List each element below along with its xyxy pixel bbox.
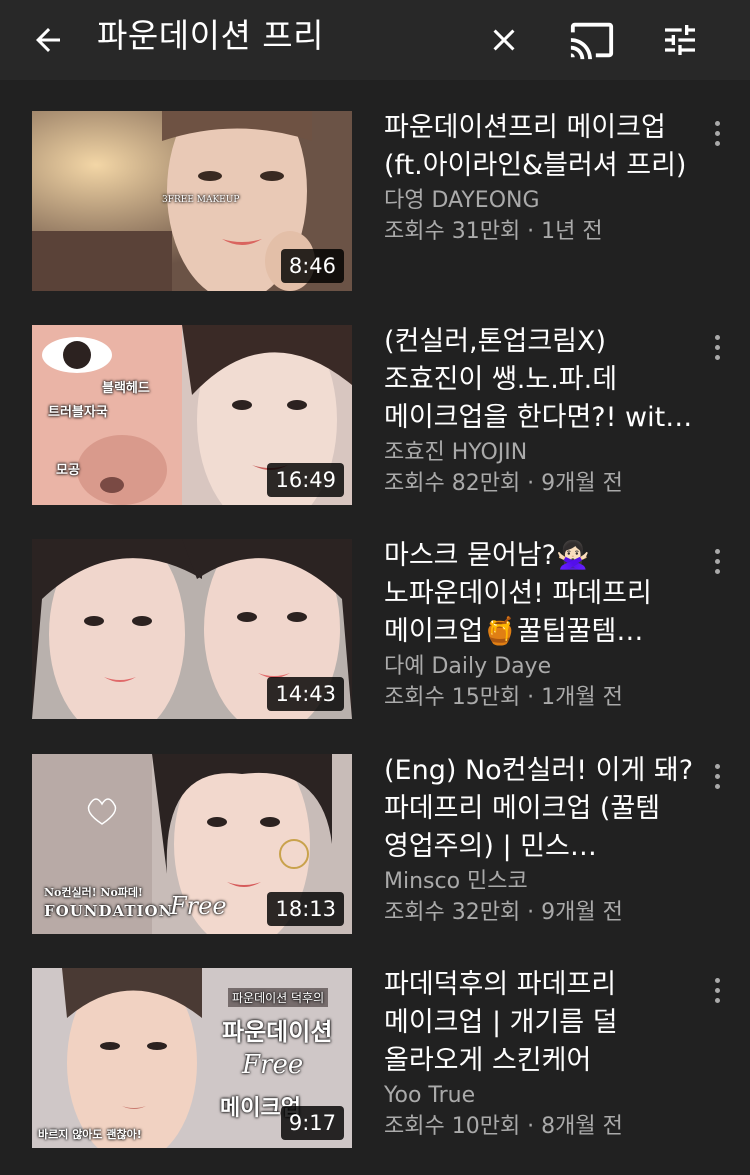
video-meta: 파운데이션프리 메이크업 (ft.아이라인&블러셔 프리) 다영 DAYEONG… [384, 111, 694, 247]
filter-button[interactable] [650, 12, 710, 68]
video-thumbnail[interactable]: 블랙헤드 트러블자국 모공 16:49 [32, 325, 352, 505]
more-options-button[interactable] [700, 970, 734, 1010]
video-title[interactable]: (컨실러,톤업크림X) 조효진이 쌩.노.파.데 메이크업을 한다면?! wit… [384, 323, 694, 437]
video-duration: 16:49 [267, 463, 344, 497]
video-thumbnail[interactable]: No컨실러! No파데! FOUNDATION Free 18:13 [32, 754, 352, 934]
thumbnail-caption: 블랙헤드 [102, 381, 150, 396]
thumbnail-caption: FOUNDATION [44, 902, 174, 920]
clear-search-button[interactable] [474, 12, 534, 68]
more-vert-icon [714, 763, 720, 769]
more-vert-icon [714, 548, 720, 554]
thumbnail-caption: 모공 [56, 463, 80, 478]
more-options-button[interactable] [700, 541, 734, 581]
video-duration: 14:43 [267, 677, 344, 711]
thumbnail-caption: 파운데이션 [222, 1018, 333, 1046]
video-stats: 조회수 10만회 · 8개월 전 [384, 1114, 623, 1139]
video-title[interactable]: 파운데이션프리 메이크업 (ft.아이라인&블러셔 프리) [384, 109, 694, 185]
video-stats: 조회수 31만회 · 1년 전 [384, 219, 603, 244]
video-stats: 조회수 15만회 · 1개월 전 [384, 685, 623, 710]
video-duration: 18:13 [267, 892, 344, 926]
thumbnail-caption: No컨실러! No파데! [44, 886, 143, 899]
filter-sliders-icon [665, 25, 695, 55]
thumbnail-caption: 트러블자국 [48, 405, 108, 420]
video-result[interactable]: No컨실러! No파데! FOUNDATION Free 18:13 (Eng)… [0, 754, 750, 954]
search-query[interactable]: 파운데이션 프리 [97, 14, 324, 58]
back-button[interactable] [16, 12, 80, 68]
video-thumbnail[interactable]: 파운데이션 덕후의 파운데이션 Free 메이크업 바르지 않아도 괜찮아! 9… [32, 968, 352, 1148]
video-duration: 9:17 [280, 1106, 344, 1140]
video-meta: (컨실러,톤업크림X) 조효진이 쌩.노.파.데 메이크업을 한다면?! wit… [384, 325, 694, 499]
video-result[interactable]: 블랙헤드 트러블자국 모공 16:49 (컨실러,톤업크림X) 조효진이 쌩.노… [0, 325, 750, 525]
more-vert-icon [714, 334, 720, 340]
channel-name[interactable]: Yoo True [384, 1080, 694, 1111]
video-stats: 조회수 32만회 · 9개월 전 [384, 900, 623, 925]
close-icon [493, 29, 515, 51]
more-options-button[interactable] [700, 113, 734, 153]
channel-name[interactable]: 다영 DAYEONG [384, 185, 694, 216]
video-stats: 조회수 82만회 · 9개월 전 [384, 471, 623, 496]
video-title[interactable]: 마스크 묻어남?🙅🏻‍♀️노파운데이션! 파데프리 메이크업🍯꿀팁꿀템 (+N… [384, 537, 694, 651]
thumbnail-caption: 3FREE MAKEUP [162, 195, 240, 205]
channel-name[interactable]: 조효진 HYOJIN [384, 437, 694, 468]
video-duration: 8:46 [280, 249, 344, 283]
channel-name[interactable]: Minsco 민스코 [384, 866, 694, 897]
video-result[interactable]: 14:43 마스크 묻어남?🙅🏻‍♀️노파운데이션! 파데프리 메이크업🍯꿀팁꿀… [0, 539, 750, 739]
thumbnail-caption: Free [242, 1050, 304, 1080]
thumbnail-caption: 바르지 않아도 괜찮아! [38, 1128, 142, 1141]
thumbnail-caption: 파운데이션 덕후의 [228, 988, 329, 1007]
cast-icon [570, 22, 614, 60]
video-thumbnail[interactable]: 3FREE MAKEUP 8:46 [32, 111, 352, 291]
channel-name[interactable]: 다예 Daily Daye [384, 651, 694, 682]
more-vert-icon [714, 120, 720, 126]
video-meta: 파데덕후의 파데프리 메이크업 | 개기름 덜 올라오게 스킨케어 Yoo Tr… [384, 968, 694, 1142]
thumbnail-caption: Free [170, 892, 227, 920]
arrow-back-icon [36, 28, 60, 52]
more-vert-icon [714, 977, 720, 983]
more-options-button[interactable] [700, 756, 734, 796]
video-title[interactable]: 파데덕후의 파데프리 메이크업 | 개기름 덜 올라오게 스킨케어 [384, 966, 694, 1080]
more-options-button[interactable] [700, 327, 734, 367]
video-meta: 마스크 묻어남?🙅🏻‍♀️노파운데이션! 파데프리 메이크업🍯꿀팁꿀템 (+N…… [384, 539, 694, 713]
video-result[interactable]: 파운데이션 덕후의 파운데이션 Free 메이크업 바르지 않아도 괜찮아! 9… [0, 968, 750, 1168]
video-result[interactable]: 3FREE MAKEUP 8:46 파운데이션프리 메이크업 (ft.아이라인&… [0, 111, 750, 311]
video-thumbnail[interactable]: 14:43 [32, 539, 352, 719]
cast-button[interactable] [562, 12, 622, 68]
search-top-bar: 파운데이션 프리 [0, 0, 750, 80]
video-title[interactable]: (Eng) No컨실러! 이게 돼? 파데프리 메이크업 (꿀템 영업주의) |… [384, 752, 694, 866]
video-meta: (Eng) No컨실러! 이게 돼? 파데프리 메이크업 (꿀템 영업주의) |… [384, 754, 694, 928]
